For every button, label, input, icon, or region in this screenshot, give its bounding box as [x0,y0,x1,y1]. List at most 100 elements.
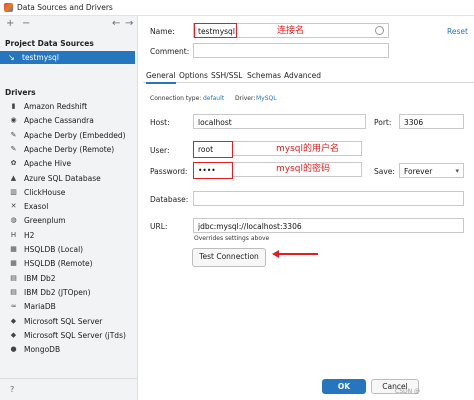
save-label: Save: [374,167,395,176]
driver-item[interactable]: ≈ MariaDB [0,300,135,314]
ok-button[interactable]: OK [322,379,366,394]
driver-item[interactable]: ▥ ClickHouse [0,186,135,200]
project-item-testmysql[interactable]: ↘ testmysql [0,51,135,64]
cassandra-icon: ◉ [10,116,17,125]
watermark: CSDN @ [395,388,421,395]
tab-advanced[interactable]: Advanced [284,71,321,80]
sqlserver-icon: ◆ [10,316,17,325]
overrides-note: Overrides settings above [194,235,270,242]
mariadb-icon: ≈ [10,302,17,311]
driver-item[interactable]: ▤ IBM Db2 [0,272,135,286]
mongodb-icon: ● [10,345,17,354]
url-field[interactable]: jdbc:mysql://localhost:3306 [193,218,464,233]
driver-item-label: IBM Db2 (JTOpen) [24,287,91,297]
driver-item-label: Amazon Redshift [24,102,88,111]
annotation-arrow-head [272,250,279,258]
driver-item[interactable]: ◆ Microsoft SQL Server (jTds) [0,329,135,343]
window-title: Data Sources and Drivers [17,3,113,12]
driver-item-label: MariaDB [24,302,56,312]
save-select[interactable]: Forever ▾ [399,163,464,178]
drivers-heading: Drivers [5,88,36,97]
port-label: Port: [374,118,392,127]
save-value: Forever [404,167,433,176]
db2-icon: ▤ [10,287,17,296]
project-data-sources-heading: Project Data Sources [5,39,94,48]
left-footer: ? [0,378,138,400]
forward-icon[interactable]: → [125,19,133,29]
comment-label: Comment: [150,47,190,56]
hsqldb-icon: ▦ [10,245,17,253]
driver-item-label: HSQLDB (Local) [24,245,84,254]
h2-icon: H [10,230,17,239]
driver-item-label: Apache Derby (Remote) [24,144,115,154]
chevron-down-icon: ▾ [455,167,459,175]
tab-options[interactable]: Options [179,71,208,80]
driver-item-label: Greenplum [24,216,66,226]
reset-link[interactable]: Reset [447,27,468,36]
clickhouse-icon: ▥ [10,187,17,196]
driver-item-label: Apache Derby (Embedded) [24,130,126,140]
add-icon[interactable]: + [6,19,14,29]
user-value: root [198,145,214,154]
host-field[interactable]: localhost [193,114,366,129]
driver-item[interactable]: ◉ Apache Cassandra [0,114,135,128]
driver-item-label: HSQLDB (Remote) [24,259,93,269]
driver-item[interactable]: H H2 [0,229,135,243]
back-icon[interactable]: ← [112,19,120,29]
driver-item[interactable]: ▤ IBM Db2 (JTOpen) [0,286,135,300]
driver-item-label: Apache Cassandra [24,116,94,126]
driver-item[interactable]: ● MongoDB [0,343,135,357]
hive-icon: ✿ [10,159,17,168]
tab-general[interactable]: General [146,71,176,84]
driver-item[interactable]: ▦ HSQLDB (Local) [0,243,135,257]
sqlserver-icon: ◆ [10,330,17,339]
driver-value[interactable]: MySQL [256,95,277,102]
database-label: Database: [150,195,189,204]
driver-item-label: ClickHouse [24,187,66,197]
password-field[interactable]: •••• [193,162,233,179]
remove-icon[interactable]: − [22,19,30,29]
name-highlight-box [194,23,237,38]
driver-item[interactable]: ◆ Microsoft SQL Server [0,315,135,329]
driver-item[interactable]: ▲ Azure SQL Database [0,172,135,186]
left-toolbar: + − ← → [0,17,138,32]
user-field[interactable]: root [193,141,233,158]
color-picker-icon[interactable] [375,26,384,35]
password-value: •••• [198,166,216,175]
password-label: Password: [150,167,188,176]
driver-item-label: Exasol [24,202,49,212]
test-connection-button[interactable]: Test Connection [192,248,266,267]
tab-schemas[interactable]: Schemas [247,71,281,80]
derby-icon: ✎ [10,130,17,139]
driver-item[interactable]: ◍ Greenplum [0,214,135,228]
host-value: localhost [198,118,232,127]
connection-type-label: Connection type: [150,95,202,102]
url-value: jdbc:mysql://localhost:3306 [198,222,302,231]
derby-icon: ✎ [10,144,17,153]
name-annotation: 连接名 [277,26,305,36]
driver-item[interactable]: ✿ Apache Hive [0,157,135,171]
comment-field[interactable] [193,43,389,58]
annotation-arrow [278,253,318,255]
driver-item[interactable]: ✎ Apache Derby (Embedded) [0,129,135,143]
url-label: URL: [150,222,168,231]
connection-type-value[interactable]: default [203,95,224,102]
driver-item[interactable]: ▮ Amazon Redshift [0,100,135,114]
driver-item[interactable]: ▦ HSQLDB (Remote) [0,257,135,271]
driver-item[interactable]: ✎ Apache Derby (Remote) [0,143,135,157]
driver-item-label: Microsoft SQL Server (jTds) [24,330,126,340]
database-field[interactable] [193,191,464,206]
driver-item-label: IBM Db2 [24,273,56,283]
name-label: Name: [150,27,175,36]
help-icon[interactable]: ? [10,385,14,394]
tab-ssh-ssl[interactable]: SSH/SSL [211,71,242,80]
port-field[interactable]: 3306 [399,114,464,129]
driver-item-label: Apache Hive [24,159,72,169]
project-item-label: testmysql [22,53,59,62]
driver-item[interactable]: ✕ Exasol [0,200,135,214]
db2-icon: ▤ [10,273,17,282]
password-annotation: mysql的密码 [276,164,330,174]
app-logo-icon [4,3,13,12]
hsqldb-icon: ▦ [10,259,17,268]
user-annotation: mysql的用户名 [276,144,339,154]
